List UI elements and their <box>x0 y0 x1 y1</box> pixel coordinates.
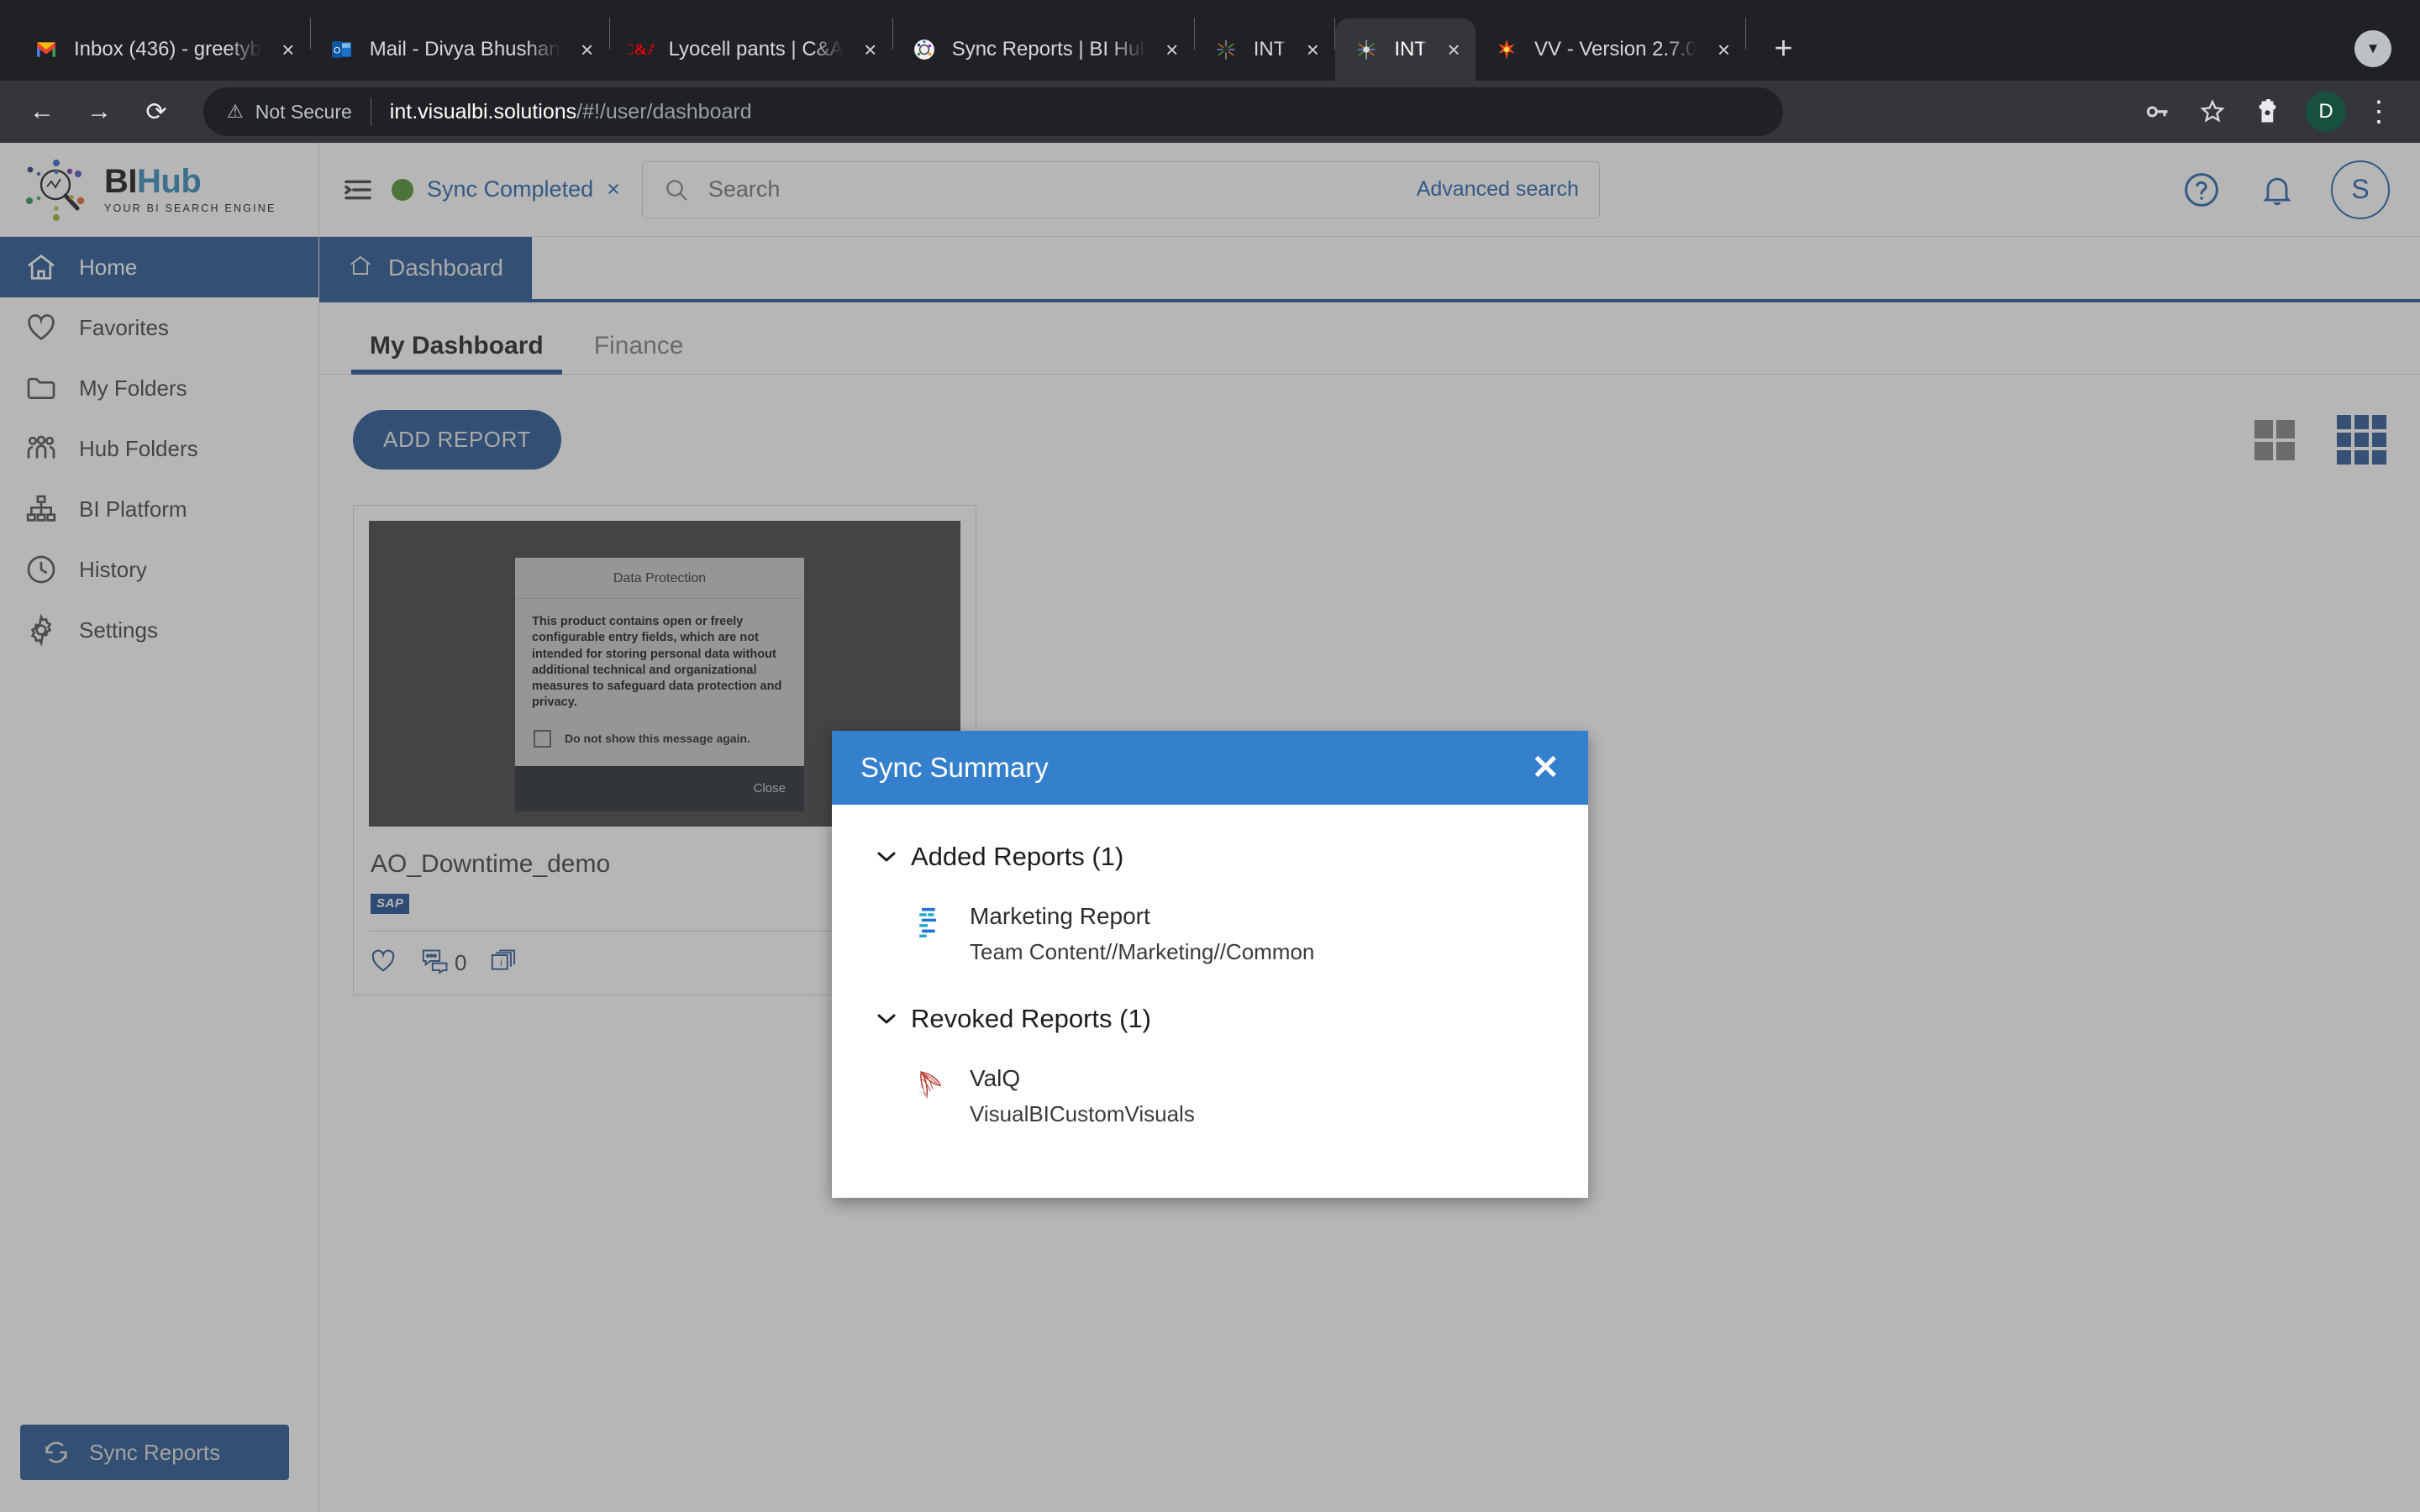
browser-tab[interactable]: C&A Lyocell pants | C&A × <box>610 18 892 81</box>
password-key-icon[interactable] <box>2134 89 2180 134</box>
toolbar-actions: D ⋮ <box>2124 89 2402 134</box>
tab-strip: Inbox (436) - greetyb × O Mail - Divya B… <box>0 0 2420 81</box>
bi-hub-app: BIHub YOUR BI SEARCH ENGINE Home Favorit… <box>0 143 2420 1512</box>
added-reports-section-header[interactable]: Added Reports (1) <box>876 842 1544 872</box>
chevron-down-icon[interactable]: ▼ <box>2354 30 2391 67</box>
browser-tab[interactable]: INT × <box>1195 18 1335 81</box>
back-button[interactable]: ← <box>18 88 66 135</box>
modal-report-item[interactable]: ValQ VisualBICustomVisuals <box>876 1063 1544 1131</box>
close-icon[interactable]: × <box>572 34 602 65</box>
report-name: ValQ <box>970 1064 1021 1091</box>
url-text: int.visualbi.solutions/#!/user/dashboard <box>390 100 752 124</box>
browser-tab[interactable]: Sync Reports | BI Hub × <box>893 18 1194 81</box>
ssrs-report-icon <box>911 1063 950 1101</box>
modal-header: Sync Summary ✕ <box>832 731 1588 805</box>
bookmark-star-icon[interactable] <box>2190 89 2235 134</box>
chevron-down-icon <box>876 848 897 866</box>
browser-chrome: Inbox (436) - greetyb × O Mail - Divya B… <box>0 0 2420 143</box>
chevron-down-icon <box>876 1010 897 1028</box>
modal-title: Sync Summary <box>860 752 1049 783</box>
tab-title: Sync Reports | BI Hub <box>951 38 1145 60</box>
browser-tab[interactable]: Inbox (436) - greetyb × <box>15 18 310 81</box>
close-icon[interactable]: × <box>1297 34 1328 65</box>
modal-body: Added Reports (1) Marketing Report Team … <box>832 805 1588 1131</box>
tab-title: INT <box>1253 38 1286 60</box>
warning-icon: ⚠ <box>227 101 244 122</box>
close-icon[interactable]: × <box>1439 34 1469 65</box>
extensions-puzzle-icon[interactable] <box>2245 89 2291 134</box>
forward-button[interactable]: → <box>76 88 123 135</box>
tab-title: VV - Version 2.7.0 <box>1534 38 1697 60</box>
modal-report-item[interactable]: Marketing Report Team Content//Marketing… <box>876 900 1544 969</box>
tab-title: INT <box>1394 38 1428 60</box>
browser-tab[interactable]: O Mail - Divya Bhushan × <box>311 18 609 81</box>
report-path: VisualBICustomVisuals <box>970 1100 1195 1126</box>
reload-button[interactable]: ⟳ <box>133 88 180 135</box>
browser-tab-active[interactable]: INT × <box>1335 18 1476 81</box>
close-icon[interactable]: × <box>855 34 886 65</box>
close-icon[interactable]: × <box>1157 34 1187 65</box>
section-heading-label: Revoked Reports (1) <box>911 1003 1152 1033</box>
profile-avatar[interactable]: D <box>2306 92 2346 132</box>
security-status: Not Secure <box>255 100 352 123</box>
url-path: /#!/user/dashboard <box>576 99 752 123</box>
close-icon[interactable]: ✕ <box>1531 751 1560 785</box>
section-heading-label: Added Reports (1) <box>911 842 1124 871</box>
outlook-icon: O <box>329 37 355 62</box>
gmail-icon <box>34 37 59 62</box>
report-name: Marketing Report <box>970 903 1150 929</box>
tab-divider <box>1745 18 1747 50</box>
browser-toolbar: ← → ⟳ ⚠ Not Secure int.visualbi.solution… <box>0 81 2420 143</box>
report-text-block: Marketing Report Team Content//Marketing… <box>970 900 1314 969</box>
ca-icon: C&A <box>628 40 654 59</box>
report-text-block: ValQ VisualBICustomVisuals <box>970 1063 1195 1131</box>
bihub-icon <box>912 37 937 62</box>
close-icon[interactable]: × <box>273 34 303 65</box>
url-host: int.visualbi.solutions <box>389 99 577 123</box>
spark-icon <box>1494 37 1519 62</box>
chrome-menu-icon[interactable]: ⋮ <box>2356 89 2402 134</box>
svg-text:O: O <box>334 45 340 55</box>
tab-title: Lyocell pants | C&A <box>668 38 844 60</box>
sync-summary-modal: Sync Summary ✕ Added Reports (1) Marketi… <box>832 731 1588 1198</box>
report-path: Team Content//Marketing//Common <box>970 938 1315 964</box>
address-bar[interactable]: ⚠ Not Secure int.visualbi.solutions/#!/u… <box>203 87 1783 136</box>
close-icon[interactable]: × <box>1708 34 1739 65</box>
browser-tab[interactable]: VV - Version 2.7.0 × <box>1476 18 1745 81</box>
tab-title: Mail - Divya Bhushan <box>369 38 560 60</box>
int-icon <box>1213 37 1239 62</box>
new-tab-button[interactable]: + <box>1761 27 1805 71</box>
tab-title: Inbox (436) - greetyb <box>74 38 261 60</box>
cognos-report-icon <box>911 900 950 939</box>
int-icon <box>1354 37 1379 62</box>
revoked-reports-section-header[interactable]: Revoked Reports (1) <box>876 1004 1544 1034</box>
